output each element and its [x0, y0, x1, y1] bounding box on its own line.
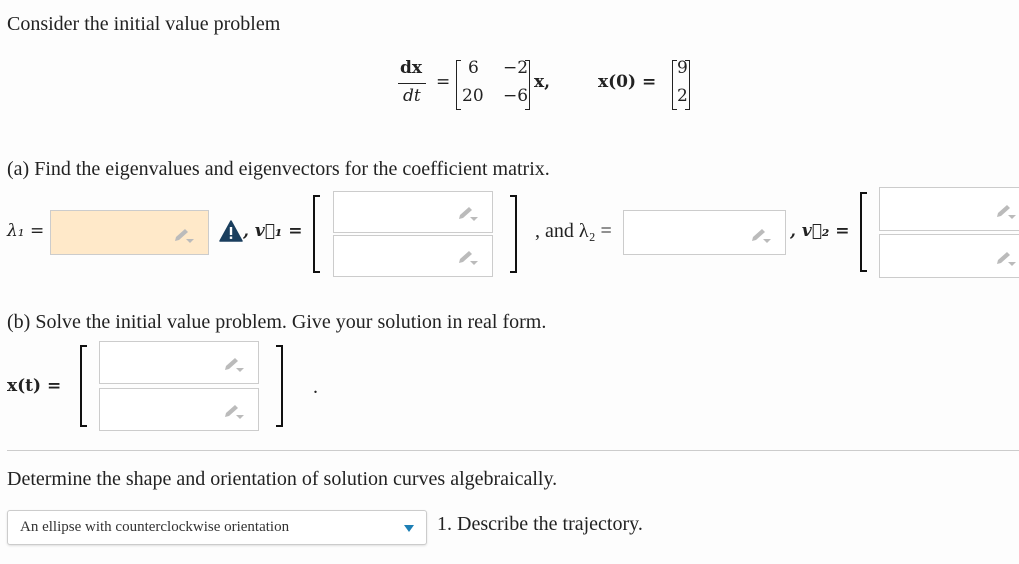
trajectory-dropdown[interactable]: An ellipse with counterclockwise orienta…	[7, 510, 427, 545]
pencil-dropdown-icon[interactable]	[456, 206, 478, 222]
derivative-denominator: dt	[403, 86, 421, 106]
and-lambda2-label: , and λ₂ =	[535, 220, 612, 242]
matrix-left-bracket	[456, 60, 461, 110]
lambda1-input[interactable]	[50, 210, 209, 255]
matrix-right-bracket	[525, 60, 530, 110]
period: .	[313, 376, 318, 398]
part-a-prompt: (a) Find the eigenvalues and eigenvector…	[7, 158, 550, 180]
divider	[7, 450, 1019, 451]
v2-left-bracket	[860, 192, 867, 272]
v1-left-bracket	[313, 195, 320, 273]
caret-down-icon[interactable]	[404, 525, 414, 532]
derivative-numerator: dx	[400, 58, 423, 78]
dropdown-selected-value: An ellipse with counterclockwise orienta…	[20, 519, 290, 535]
v2-component-2-input[interactable]	[879, 234, 1019, 278]
lambda1-label: λ₁ =	[7, 221, 45, 241]
x-left-bracket	[80, 345, 87, 427]
pencil-dropdown-icon[interactable]	[456, 250, 478, 266]
v2-component-1-input[interactable]	[879, 187, 1019, 231]
v2-label: , v⃗₂ =	[790, 221, 850, 241]
lambda2-input[interactable]	[623, 210, 786, 255]
x-component-1-input[interactable]	[99, 341, 259, 384]
pencil-dropdown-icon[interactable]	[172, 228, 194, 244]
matrix-entry: 6	[468, 58, 479, 78]
intro-text: Consider the initial value problem	[7, 13, 281, 35]
pencil-dropdown-icon[interactable]	[222, 357, 244, 373]
describe-trajectory-label: 1. Describe the trajectory.	[437, 513, 643, 535]
x-right-bracket	[276, 345, 283, 427]
x-component-2-input[interactable]	[99, 388, 259, 431]
vector-x: x,	[534, 72, 551, 92]
part-b-prompt: (b) Solve the initial value problem. Giv…	[7, 311, 547, 333]
v1-label: , v⃗₁ =	[243, 221, 303, 241]
pencil-dropdown-icon[interactable]	[994, 204, 1016, 220]
v1-component-2-input[interactable]	[333, 235, 493, 277]
pencil-dropdown-icon[interactable]	[222, 404, 244, 420]
pencil-dropdown-icon[interactable]	[994, 251, 1016, 267]
initial-condition-label: x(0) =	[598, 72, 657, 92]
x-of-t-label: x(t) =	[7, 376, 62, 396]
v1-component-1-input[interactable]	[333, 191, 493, 233]
warning-triangle-icon[interactable]	[219, 220, 243, 242]
pencil-dropdown-icon[interactable]	[749, 228, 771, 244]
matrix-entry: 20	[462, 86, 484, 106]
ic-right-bracket	[685, 60, 690, 110]
part-c-prompt: Determine the shape and orientation of s…	[7, 468, 558, 490]
v1-right-bracket	[510, 195, 517, 273]
equals-sign: =	[436, 72, 451, 92]
fraction-bar	[398, 83, 426, 84]
